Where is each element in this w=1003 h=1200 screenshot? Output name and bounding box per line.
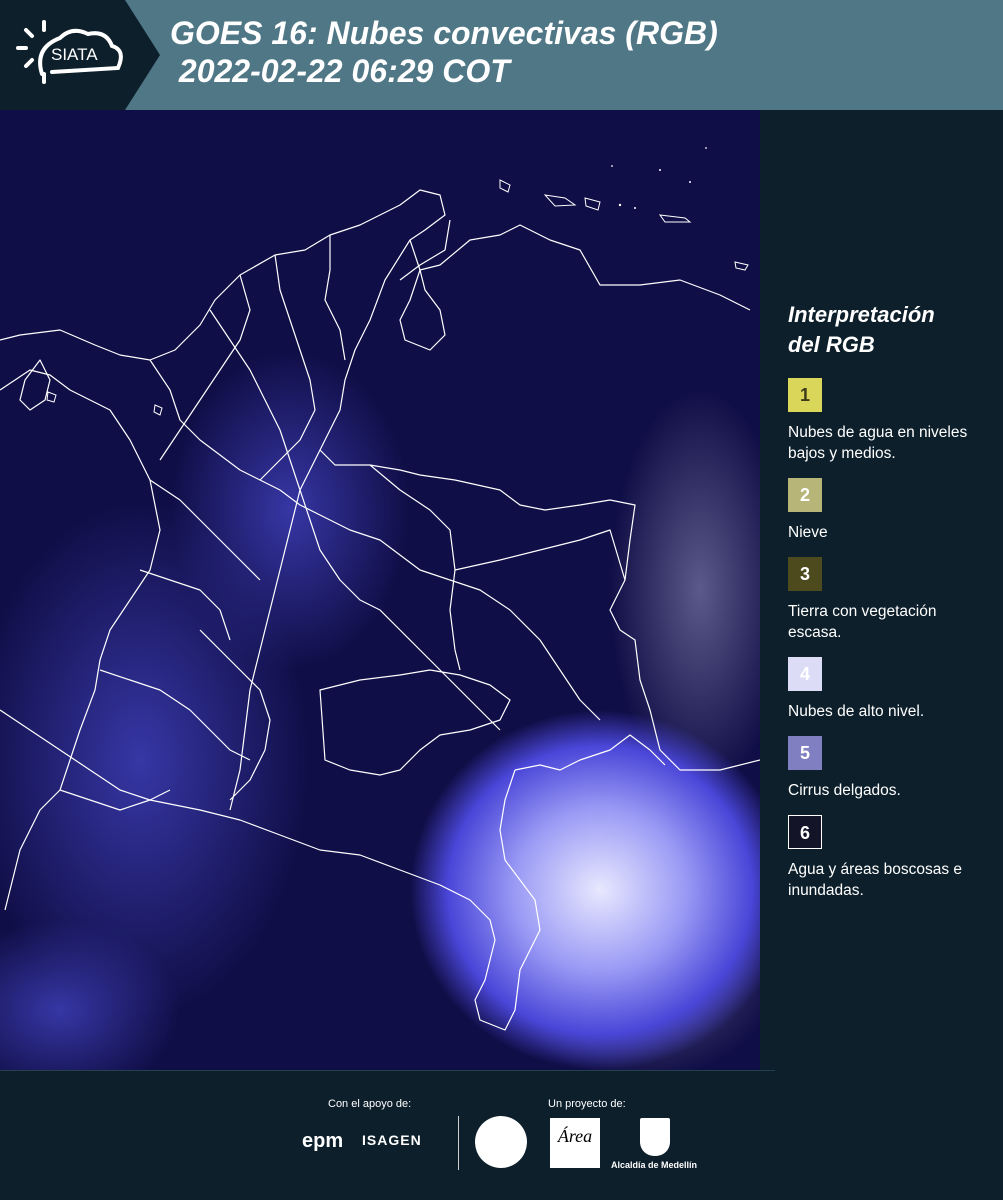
legend-items: 1 Nubes de agua en niveles bajos y medios… (788, 378, 993, 901)
legend-text: Nubes de alto nivel. (788, 703, 925, 720)
legend-text: Nubes de agua en niveles bajos y medios. (788, 424, 968, 462)
legend-swatch: 1 (788, 378, 822, 412)
page-title: GOES 16: Nubes convectivas (RGB) 2022-02… (170, 15, 718, 89)
epm-logo: epm (302, 1130, 344, 1152)
footer: Con el apoyo de: Un proyecto de: epm ISA… (0, 1070, 1003, 1200)
area-metropolitana-logo: Área (550, 1118, 600, 1168)
legend-swatch: 3 (788, 557, 822, 591)
legend-swatch: 2 (788, 478, 822, 512)
legend-swatch: 4 (788, 657, 822, 691)
legend-item: 5 Cirrus delgados. (788, 736, 993, 801)
legend-title: Interpretación del RGB (788, 302, 935, 357)
legend-text: Agua y áreas boscosas e inundadas. (788, 861, 963, 899)
legend-item: 6 Agua y áreas boscosas e inundadas. (788, 815, 993, 901)
legend-item: 3 Tierra con vegetación escasa. (788, 557, 993, 643)
legend-swatch: 6 (788, 815, 822, 849)
legend-text: Nieve (788, 524, 828, 541)
footer-vertical-divider (458, 1116, 459, 1170)
siata-logo: SIATA (16, 20, 123, 84)
satellite-map (0, 110, 760, 1070)
support-label: Con el apoyo de: (328, 1098, 412, 1110)
legend: Interpretación del RGB 1 Nubes de agua en… (788, 300, 993, 915)
legend-item: 1 Nubes de agua en niveles bajos y medios… (788, 378, 993, 464)
map-svg (0, 110, 760, 1070)
header: SIATA GOES 16: Nubes convectivas (RGB) 2… (0, 0, 1003, 110)
cloud-haze-central (170, 350, 410, 670)
legend-item: 2 Nieve (788, 478, 993, 543)
legend-item: 4 Nubes de alto nivel. (788, 657, 993, 722)
alcaldia-shield-logo (640, 1118, 670, 1156)
legend-text: Cirrus delgados. (788, 782, 901, 799)
medellin-seal-logo (475, 1116, 527, 1168)
legend-swatch: 5 (788, 736, 822, 770)
legend-text: Tierra con vegetación escasa. (788, 603, 937, 641)
isagen-logo: ISAGEN (362, 1132, 422, 1148)
project-label: Un proyecto de: (548, 1098, 626, 1110)
alcaldia-medellin-label: Alcaldía de Medellín (611, 1160, 698, 1170)
siata-logo-text: SIATA (51, 45, 98, 64)
